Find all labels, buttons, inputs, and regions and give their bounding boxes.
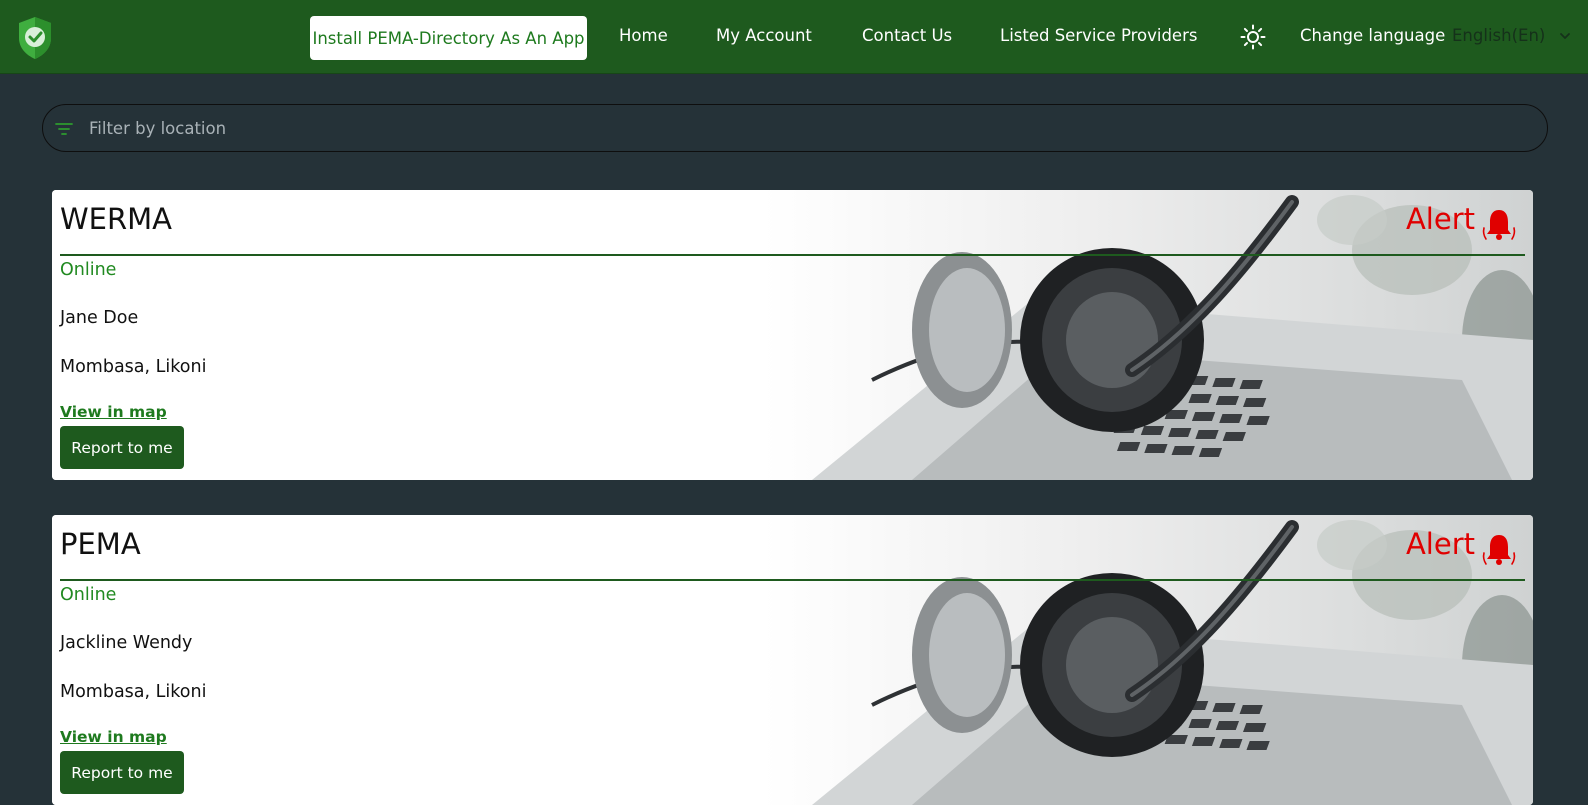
alert-label: Alert [1405,202,1475,236]
sun-icon[interactable] [1240,24,1266,50]
contact-person: Jackline Wendy [60,633,193,653]
top-navbar: Install PEMA-Directory As An App Home My… [0,0,1588,74]
headset-laptop-image [52,190,1533,480]
headset-laptop-image [52,515,1533,805]
status-badge: Online [60,585,117,605]
view-in-map-link[interactable]: View in map [60,728,167,746]
install-app-button[interactable]: Install PEMA-Directory As An App [310,16,587,60]
location-filter-input[interactable] [87,105,1527,151]
chevron-down-icon [1560,32,1571,39]
filter-icon [55,123,73,135]
change-language-label: Change language [1300,26,1446,45]
alert-label: Alert [1405,527,1475,561]
language-select[interactable]: English(En) [1452,26,1571,45]
filter-by-location-bar[interactable] [42,104,1548,152]
nav-home[interactable]: Home [619,26,668,45]
bell-ringing-icon [1482,535,1516,565]
report-to-me-button[interactable]: Report to me [60,426,184,469]
language-selected-value: English(En) [1452,26,1546,45]
alert-button[interactable]: Alert [1406,202,1519,244]
alert-button[interactable]: Alert [1406,527,1519,569]
nav-listed-service-providers[interactable]: Listed Service Providers [1000,26,1197,45]
provider-location: Mombasa, Likoni [60,682,207,702]
view-in-map-link[interactable]: View in map [60,403,167,421]
contact-person: Jane Doe [60,308,139,328]
nav-my-account[interactable]: My Account [716,26,812,45]
nav-contact-us[interactable]: Contact Us [862,26,952,45]
provider-card: PEMA Alert Online Jackline Wendy Mombasa… [52,515,1533,805]
bell-ringing-icon [1482,210,1516,240]
provider-name: WERMA [60,202,173,236]
status-badge: Online [60,260,117,280]
report-to-me-button[interactable]: Report to me [60,751,184,794]
provider-name: PEMA [60,527,141,561]
provider-card: WERMA Alert Online Jane Doe Mombasa, Lik… [52,190,1533,480]
card-divider [60,254,1525,256]
shield-check-icon[interactable] [17,16,53,60]
provider-location: Mombasa, Likoni [60,357,207,377]
card-divider [60,579,1525,581]
